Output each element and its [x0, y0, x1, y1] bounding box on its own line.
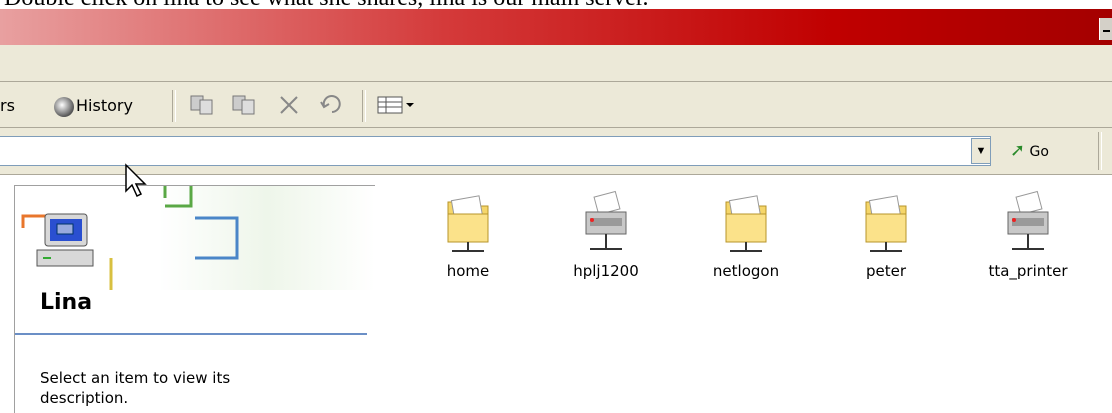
- title-divider: [15, 333, 367, 335]
- address-bar: ▼ ➚ Go: [0, 128, 1112, 175]
- window-titlebar: [0, 9, 1112, 45]
- mouse-pointer-icon: [125, 163, 147, 198]
- history-label: History: [76, 96, 133, 115]
- go-arrow-icon: ➚: [1010, 140, 1026, 161]
- toolbar-separator: [362, 90, 366, 122]
- folders-button[interactable]: rs: [0, 94, 15, 118]
- share-label: peter: [865, 262, 907, 280]
- toolbar: rs History: [0, 82, 1112, 128]
- move-to-icon[interactable]: [186, 92, 220, 118]
- go-button[interactable]: ➚ Go: [1010, 138, 1049, 164]
- views-icon[interactable]: [374, 92, 422, 118]
- content-area: Lina Select an item to view its descript…: [0, 175, 1112, 413]
- server-name: Lina: [40, 290, 93, 315]
- share-item-peter[interactable]: peter: [826, 190, 946, 300]
- toolbar-separator: [172, 90, 176, 122]
- chevron-down-icon: ▼: [975, 145, 987, 157]
- item-description: Select an item to view its description.: [40, 369, 231, 407]
- shared-folder-icon: [725, 195, 767, 252]
- share-label: home: [446, 262, 490, 280]
- delete-icon[interactable]: [274, 92, 304, 118]
- shared-printer-icon: [1007, 190, 1049, 250]
- share-item-tta-printer[interactable]: tta_printer: [968, 190, 1088, 300]
- go-label: Go: [1029, 144, 1049, 160]
- shared-printer-icon: [585, 190, 627, 250]
- menu-bar: [0, 45, 1112, 82]
- undo-icon[interactable]: [316, 92, 348, 118]
- share-item-home[interactable]: home: [408, 190, 528, 300]
- folders-label: rs: [0, 96, 15, 115]
- copy-to-icon[interactable]: [228, 92, 262, 118]
- address-separator: [1098, 132, 1102, 170]
- share-label: netlogon: [712, 262, 780, 280]
- address-dropdown-button[interactable]: ▼: [971, 138, 991, 164]
- history-icon: [54, 96, 74, 117]
- address-input[interactable]: [0, 136, 991, 166]
- computer-icon: [36, 213, 94, 267]
- shared-folder-icon: [447, 195, 489, 252]
- shared-folder-icon: [865, 195, 907, 252]
- task-pane: Lina Select an item to view its descript…: [14, 185, 375, 413]
- computer-banner: [15, 186, 375, 290]
- history-button[interactable]: History: [54, 94, 133, 118]
- share-label: tta_printer: [988, 262, 1068, 280]
- minimize-button[interactable]: [1099, 18, 1112, 40]
- share-label: hplj1200: [573, 262, 639, 280]
- share-item-netlogon[interactable]: netlogon: [686, 190, 806, 300]
- share-item-hplj1200[interactable]: hplj1200: [546, 190, 666, 300]
